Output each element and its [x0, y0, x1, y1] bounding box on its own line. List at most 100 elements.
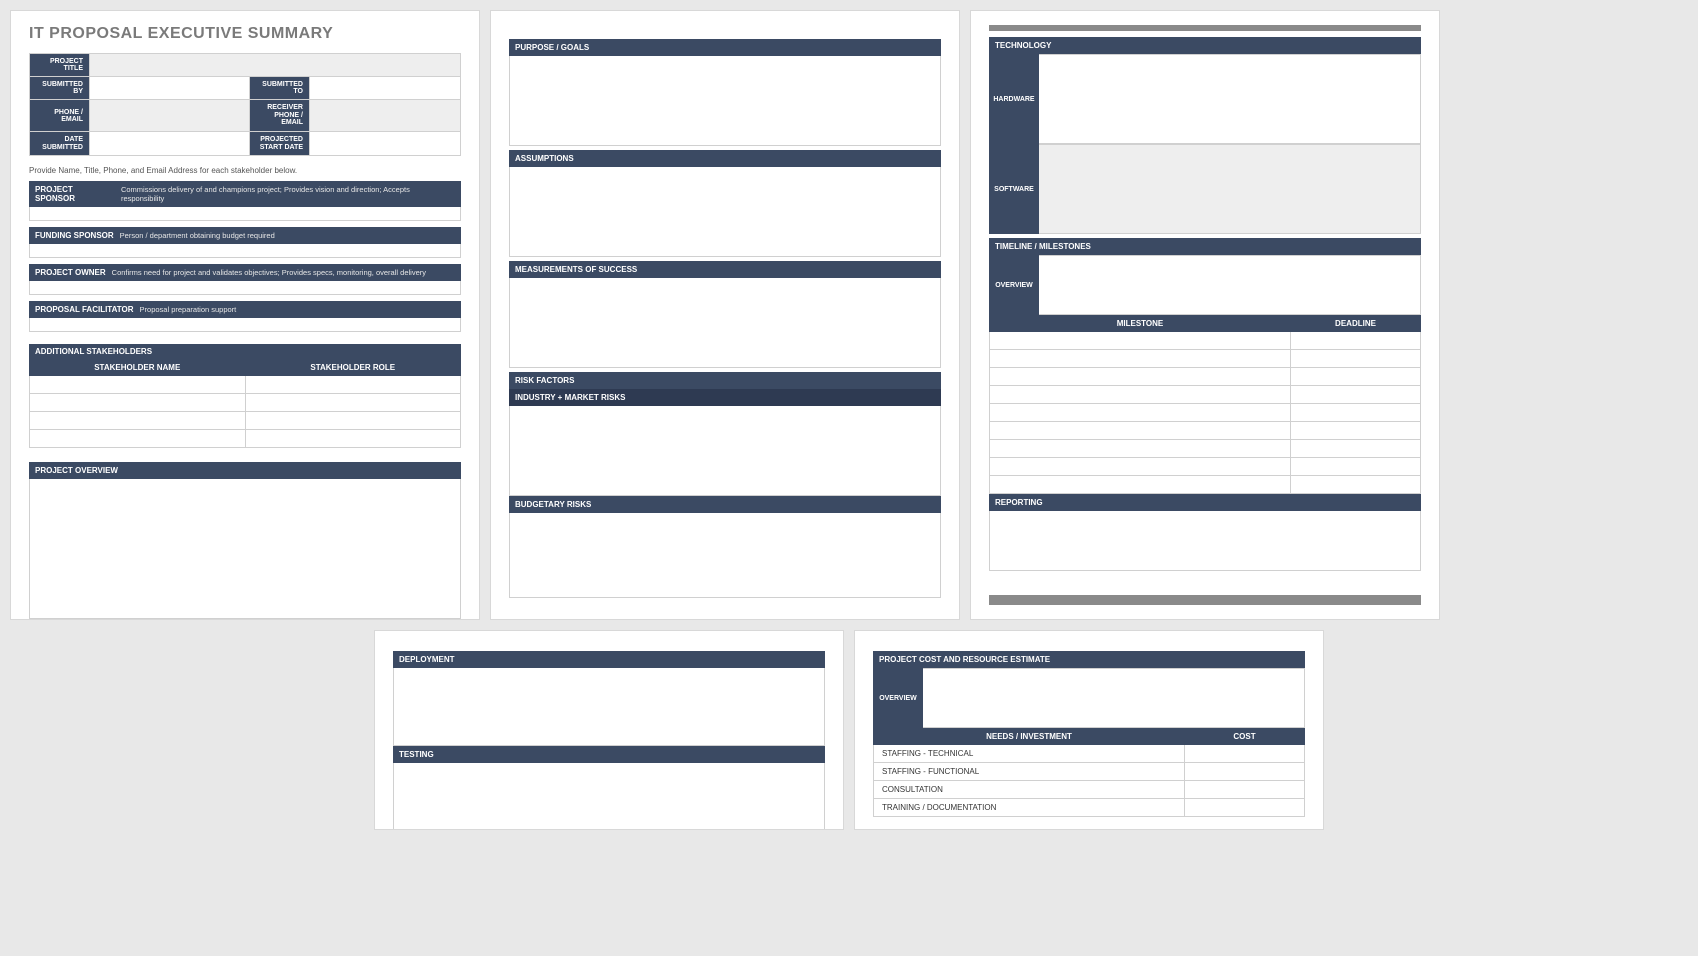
role-input[interactable] [29, 207, 461, 221]
cost-row-label: TRAINING / DOCUMENTATION [874, 799, 1185, 817]
role-input[interactable] [29, 318, 461, 332]
timeline-overview-box[interactable] [1039, 255, 1421, 315]
page-5: PROJECT COST AND RESOURCE ESTIMATE OVERV… [854, 630, 1324, 830]
role-label: PROPOSAL FACILITATOR [35, 305, 134, 314]
cost-row-value[interactable] [1185, 745, 1305, 763]
label-phone-email: PHONE / EMAIL [30, 100, 90, 132]
cell-submitted-to[interactable] [310, 77, 461, 100]
table-cell[interactable] [1291, 332, 1421, 350]
table-cell[interactable] [1291, 476, 1421, 494]
label-date-submitted: DATE SUBMITTED [30, 132, 90, 156]
cost-row-value[interactable] [1185, 781, 1305, 799]
cell-submitted-by[interactable] [90, 77, 250, 100]
table-cell[interactable] [1291, 440, 1421, 458]
label-submitted-to: SUBMITTED TO [250, 77, 310, 100]
th-deadline: DEADLINE [1291, 316, 1421, 332]
cost-row-value[interactable] [1185, 763, 1305, 781]
table-cell[interactable] [990, 386, 1291, 404]
role-header: PROPOSAL FACILITATOR Proposal preparation… [29, 301, 461, 318]
cell-projected-start[interactable] [310, 132, 461, 156]
role-header: PROJECT OWNER Confirms need for project a… [29, 264, 461, 281]
role-desc: Person / department obtaining budget req… [120, 231, 275, 240]
table-cell[interactable] [990, 332, 1291, 350]
table-cell[interactable] [1291, 386, 1421, 404]
table-cell[interactable] [245, 412, 461, 430]
stakeholder-note: Provide Name, Title, Phone, and Email Ad… [29, 166, 461, 175]
table-cell[interactable] [1291, 422, 1421, 440]
label-receiver-phone-email: RECEIVER PHONE / EMAIL [250, 100, 310, 132]
deployment-box[interactable] [393, 668, 825, 746]
table-cell[interactable] [990, 350, 1291, 368]
table-cell[interactable] [990, 476, 1291, 494]
cost-table: NEEDS / INVESTMENT COST STAFFING - TECHN… [873, 728, 1305, 817]
stakeholders-table: STAKEHOLDER NAME STAKEHOLDER ROLE [29, 359, 461, 448]
table-cell[interactable] [245, 376, 461, 394]
additional-stakeholders-header: ADDITIONAL STAKEHOLDERS [29, 344, 461, 359]
table-cell[interactable] [990, 422, 1291, 440]
hardware-row: HARDWARE [989, 54, 1421, 144]
th-cost: COST [1185, 729, 1305, 745]
page-3: TECHNOLOGY HARDWARE SOFTWARE TIMELINE / … [970, 10, 1440, 620]
cost-row-label: STAFFING - TECHNICAL [874, 745, 1185, 763]
table-cell[interactable] [30, 430, 246, 448]
cost-row-value[interactable] [1185, 799, 1305, 817]
testing-box[interactable] [393, 763, 825, 830]
label-project-title: PROJECT TITLE [30, 54, 90, 77]
budgetary-header: BUDGETARY RISKS [509, 496, 941, 513]
table-cell[interactable] [1291, 368, 1421, 386]
table-cell[interactable] [30, 412, 246, 430]
timeline-overview-row: OVERVIEW [989, 255, 1421, 315]
hardware-box[interactable] [1039, 54, 1421, 144]
table-cell[interactable] [1291, 350, 1421, 368]
budgetary-box[interactable] [509, 513, 941, 598]
th-needs: NEEDS / INVESTMENT [874, 729, 1185, 745]
role-label: PROJECT OWNER [35, 268, 106, 277]
measurements-box[interactable] [509, 278, 941, 368]
assumptions-header: ASSUMPTIONS [509, 150, 941, 167]
table-cell[interactable] [990, 368, 1291, 386]
table-cell[interactable] [30, 394, 246, 412]
page-4: DEPLOYMENT TESTING [374, 630, 844, 830]
deployment-header: DEPLOYMENT [393, 651, 825, 668]
role-input[interactable] [29, 244, 461, 258]
table-cell[interactable] [990, 404, 1291, 422]
role-desc: Confirms need for project and validates … [112, 268, 426, 277]
testing-header: TESTING [393, 746, 825, 763]
overview-label: OVERVIEW [873, 668, 923, 728]
software-row: SOFTWARE [989, 144, 1421, 234]
reporting-box[interactable] [989, 511, 1421, 571]
table-cell[interactable] [245, 394, 461, 412]
th-milestone: MILESTONE [990, 316, 1291, 332]
table-cell[interactable] [1291, 404, 1421, 422]
table-cell[interactable] [990, 440, 1291, 458]
purpose-goals-header: PURPOSE / GOALS [509, 39, 941, 56]
role-header: PROJECT SPONSORCommissions delivery of a… [29, 181, 461, 207]
grey-botbar [989, 595, 1421, 605]
role-input[interactable] [29, 281, 461, 295]
cost-overview-box[interactable] [923, 668, 1305, 728]
cost-row-label: CONSULTATION [874, 781, 1185, 799]
industry-market-box[interactable] [509, 406, 941, 496]
role-desc: Proposal preparation support [140, 305, 237, 314]
cell-phone-email[interactable] [90, 100, 250, 132]
project-overview-box[interactable] [29, 479, 461, 619]
th-stakeholder-name: STAKEHOLDER NAME [30, 360, 246, 376]
table-cell[interactable] [990, 458, 1291, 476]
assumptions-box[interactable] [509, 167, 941, 257]
risk-factors-header: RISK FACTORS [509, 372, 941, 389]
role-label: FUNDING SPONSOR [35, 231, 114, 240]
table-cell[interactable] [1291, 458, 1421, 476]
page-title: IT PROPOSAL EXECUTIVE SUMMARY [29, 25, 461, 43]
purpose-goals-box[interactable] [509, 56, 941, 146]
table-cell[interactable] [30, 376, 246, 394]
cell-date-submitted[interactable] [90, 132, 250, 156]
timeline-header: TIMELINE / MILESTONES [989, 238, 1421, 255]
cell-receiver-phone-email[interactable] [310, 100, 461, 132]
milestone-table: MILESTONE DEADLINE [989, 315, 1421, 494]
software-box[interactable] [1039, 144, 1421, 234]
reporting-header: REPORTING [989, 494, 1421, 511]
table-cell[interactable] [245, 430, 461, 448]
label-projected-start: PROJECTED START DATE [250, 132, 310, 156]
cell-project-title[interactable] [90, 54, 461, 77]
role-desc: Commissions delivery of and champions pr… [121, 185, 455, 203]
